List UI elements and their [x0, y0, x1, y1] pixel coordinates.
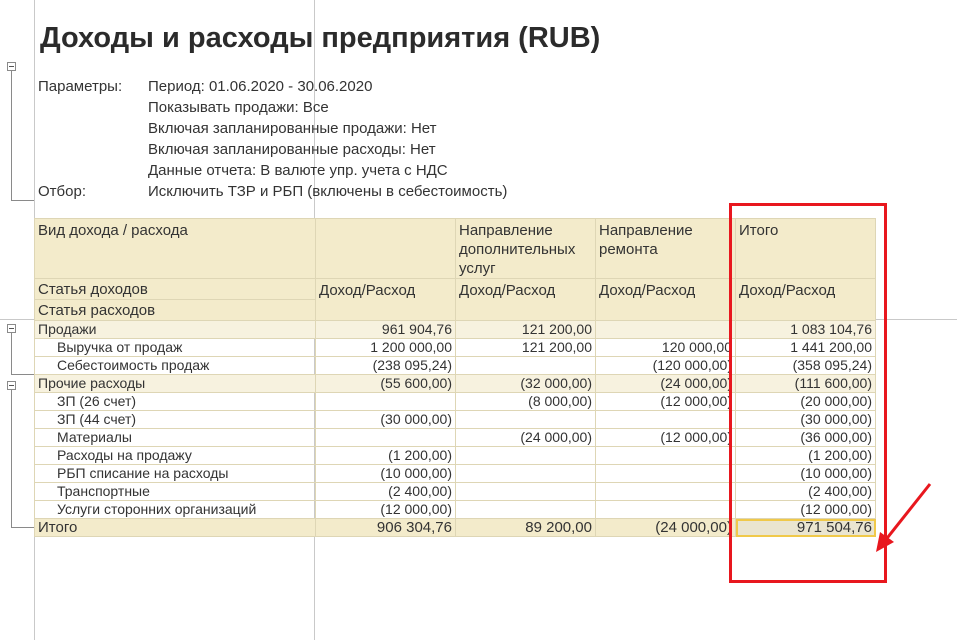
cell-value[interactable]: [315, 428, 456, 447]
cell-value[interactable]: 121 200,00: [455, 320, 596, 339]
filter-value: Исключить ТЗР и РБП (включены в себестои…: [148, 183, 508, 200]
cell-value[interactable]: (24 000,00): [455, 428, 596, 447]
header-line: ремонта: [599, 241, 658, 258]
cell-value[interactable]: (238 095,24): [315, 356, 456, 375]
header-measure: Доход/Расход: [595, 278, 736, 321]
cell-value[interactable]: [315, 392, 456, 411]
param-planned-sales: Включая запланированные продажи: Нет: [148, 120, 437, 137]
tree-line: [11, 390, 12, 527]
cell-value[interactable]: [455, 500, 596, 519]
header-measure: Доход/Расход: [455, 278, 596, 321]
total-value[interactable]: 906 304,76: [315, 518, 456, 537]
cell-value[interactable]: [455, 410, 596, 429]
row-label: Выручка от продаж: [34, 338, 316, 357]
total-value[interactable]: (24 000,00): [595, 518, 736, 537]
cell-value[interactable]: 1 200 000,00: [315, 338, 456, 357]
tree-line: [11, 71, 12, 201]
cell-value[interactable]: (12 000,00): [595, 428, 736, 447]
cell-value[interactable]: [455, 356, 596, 375]
cell-value[interactable]: (24 000,00): [595, 374, 736, 393]
cell-value[interactable]: [595, 446, 736, 465]
header-cell-empty: [315, 218, 456, 279]
row-label: РБП списание на расходы: [34, 464, 316, 483]
annotation-arrow-icon: [876, 483, 932, 552]
row-label: ЗП (26 счет): [34, 392, 316, 411]
row-label: Продажи: [34, 320, 316, 339]
row-label: Прочие расходы: [34, 374, 316, 393]
cell-value[interactable]: (10 000,00): [315, 464, 456, 483]
cell-value[interactable]: [595, 500, 736, 519]
cell-value[interactable]: (32 000,00): [455, 374, 596, 393]
cell-value[interactable]: [595, 320, 736, 339]
tree-line: [11, 333, 12, 375]
collapse-sales-icon[interactable]: [7, 324, 16, 333]
cell-value[interactable]: 961 904,76: [315, 320, 456, 339]
tree-line: [11, 527, 34, 528]
row-label: Расходы на продажу: [34, 446, 316, 465]
tree-line: [11, 200, 34, 201]
row-label: Услуги сторонних организаций: [34, 500, 316, 519]
cell-value[interactable]: (12 000,00): [595, 392, 736, 411]
header-line: Направление: [599, 222, 693, 239]
cell-value[interactable]: [455, 482, 596, 501]
cell-value[interactable]: [595, 410, 736, 429]
cell-value[interactable]: [455, 446, 596, 465]
total-label: Итого: [34, 518, 316, 537]
cell-value[interactable]: (2 400,00): [315, 482, 456, 501]
header-measure: Доход/Расход: [315, 278, 456, 321]
cell-value[interactable]: (30 000,00): [315, 410, 456, 429]
cell-value[interactable]: [595, 482, 736, 501]
header-cell-type: Вид дохода / расхода: [34, 218, 316, 279]
header-line: Направление: [459, 222, 553, 239]
collapse-header-icon[interactable]: [7, 62, 16, 71]
collapse-other-expenses-icon[interactable]: [7, 381, 16, 390]
filter-label: Отбор:: [38, 183, 86, 200]
cell-value[interactable]: (8 000,00): [455, 392, 596, 411]
report-title: Доходы и расходы предприятия (RUB): [40, 22, 601, 54]
highlight-box: [729, 203, 887, 583]
cell-value[interactable]: (55 600,00): [315, 374, 456, 393]
cell-value[interactable]: [455, 464, 596, 483]
header-cell-repair: Направление ремонта: [595, 218, 736, 279]
row-label: Материалы: [34, 428, 316, 447]
header-cell-extra-services: Направление дополнительных услуг: [455, 218, 596, 279]
cell-value[interactable]: 121 200,00: [455, 338, 596, 357]
row-label: Транспортные: [34, 482, 316, 501]
tree-line: [11, 374, 34, 375]
cell-value[interactable]: 120 000,00: [595, 338, 736, 357]
cell-value[interactable]: [595, 464, 736, 483]
param-period: Период: 01.06.2020 - 30.06.2020: [148, 78, 373, 95]
header-income-article: Статья доходов: [34, 278, 316, 300]
params-label: Параметры:: [38, 78, 123, 95]
cell-value[interactable]: (120 000,00): [595, 356, 736, 375]
cell-value[interactable]: (12 000,00): [315, 500, 456, 519]
param-planned-expenses: Включая запланированные расходы: Нет: [148, 141, 436, 158]
param-show-sales: Показывать продажи: Все: [148, 99, 329, 116]
cell-value[interactable]: (1 200,00): [315, 446, 456, 465]
row-label: ЗП (44 счет): [34, 410, 316, 429]
header-line: дополнительных: [459, 241, 576, 258]
total-value[interactable]: 89 200,00: [455, 518, 596, 537]
param-report-data: Данные отчета: В валюте упр. учета с НДС: [148, 162, 448, 179]
header-line: услуг: [459, 260, 496, 277]
row-label: Себестоимость продаж: [34, 356, 316, 375]
header-expense-article: Статья расходов: [34, 299, 316, 321]
